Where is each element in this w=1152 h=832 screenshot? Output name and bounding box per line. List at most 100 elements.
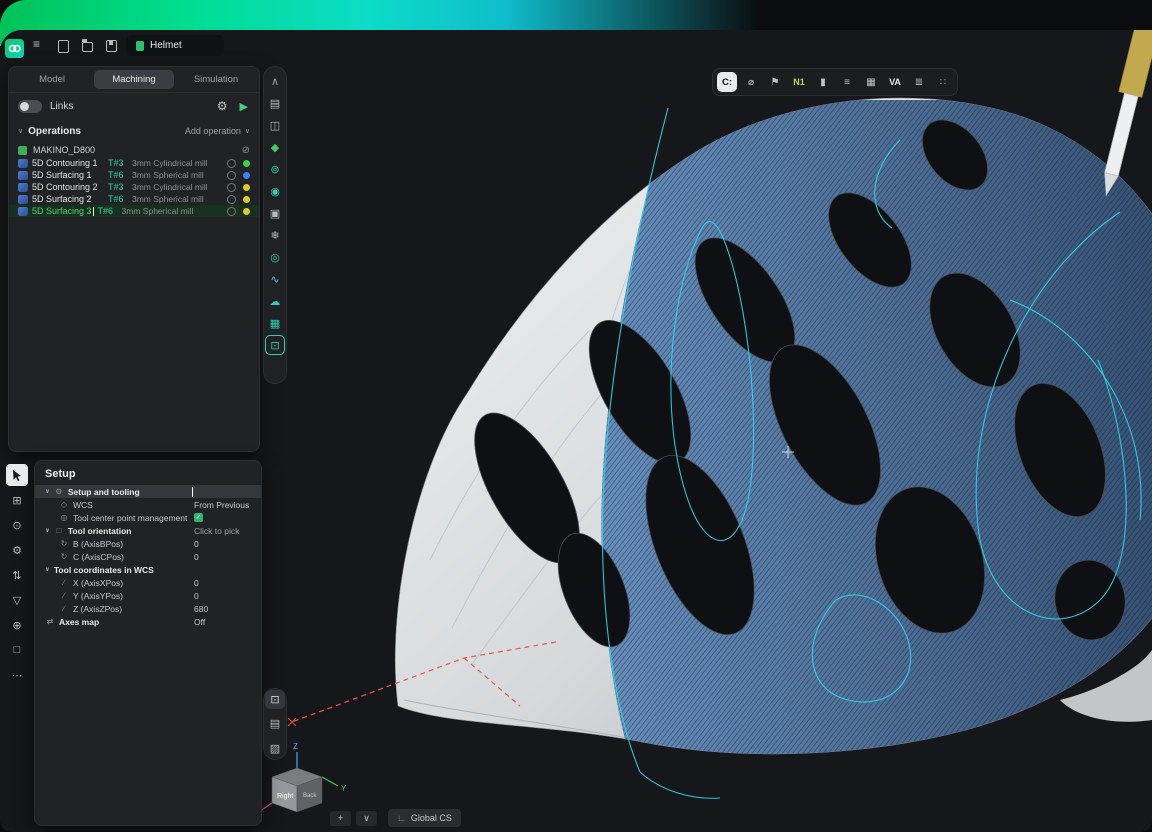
setup-title: Setup xyxy=(35,461,261,485)
snap-icon[interactable]: ⊙ xyxy=(6,514,28,536)
filter-funnel-icon[interactable]: ▽ xyxy=(6,589,28,611)
checkbox-checked[interactable]: ✓ xyxy=(194,513,203,522)
links-toggle[interactable] xyxy=(18,100,42,113)
setup-section-row[interactable]: ∨ ⚙ Setup and tooling xyxy=(35,485,261,498)
toolpath-visibility-toggle[interactable] xyxy=(227,183,236,192)
add-operation-chevron-icon[interactable]: ∨ xyxy=(245,127,250,135)
holder-icon[interactable]: ⊚ xyxy=(265,159,285,179)
status-dot[interactable] xyxy=(243,172,250,179)
setup-row-value[interactable]: From Previous xyxy=(194,500,249,510)
add-cs-button[interactable]: + xyxy=(330,811,351,826)
flag-icon[interactable]: ⚑ xyxy=(765,72,785,92)
document-tab[interactable]: Helmet xyxy=(126,35,224,56)
setup-row[interactable]: ∕ Z (AxisZPos) 680 xyxy=(35,602,261,615)
toolpath-curve-icon[interactable]: ∿ xyxy=(265,269,285,289)
settings-gear-icon[interactable]: ⚙ xyxy=(6,539,28,561)
setup-row-value[interactable]: Off xyxy=(194,617,205,627)
cs-dropdown-chevron[interactable]: ∨ xyxy=(356,811,377,826)
box-select-icon[interactable]: ⊞ xyxy=(6,489,28,511)
play-icon[interactable]: ▶ xyxy=(240,100,248,113)
setup-row-value[interactable]: 0 xyxy=(194,591,199,601)
operation-row[interactable]: 5D Surfacing 2 T#6 3mm Spherical mill xyxy=(9,193,259,205)
tool-icon[interactable]: ◆ xyxy=(265,137,285,157)
document-icon xyxy=(136,41,144,51)
spindle-icon[interactable]: ◫ xyxy=(265,115,285,135)
select-tool-icon[interactable] xyxy=(6,464,28,486)
gear-icon[interactable]: ⚙ xyxy=(217,99,228,113)
array-icon[interactable]: ∷ xyxy=(933,72,953,92)
chevron-down-icon[interactable]: ∨ xyxy=(18,127,23,135)
transform-icon[interactable]: ⇅ xyxy=(6,564,28,586)
chevron-down-icon[interactable]: ∨ xyxy=(45,488,50,495)
viewcube-face-back[interactable]: Back xyxy=(303,793,317,799)
new-file-icon[interactable] xyxy=(58,40,69,53)
setup-row[interactable]: ◎ Tool center point management ✓ xyxy=(35,511,261,524)
status-dot[interactable] xyxy=(243,196,250,203)
setup-row-value[interactable]: 0 xyxy=(194,552,199,562)
global-cs-button[interactable]: ∟ Global CS xyxy=(388,809,461,827)
chevron-down-icon[interactable]: ∨ xyxy=(45,566,50,573)
mesh-cloud-icon[interactable]: ☁ xyxy=(265,291,285,311)
fit-view-icon[interactable]: ⊡ xyxy=(265,690,285,709)
tab-model[interactable]: Model xyxy=(12,70,92,89)
operation-tool-number: T#3 xyxy=(108,182,132,192)
open-file-icon[interactable] xyxy=(82,42,93,52)
tab-simulation[interactable]: Simulation xyxy=(176,70,256,89)
setup-row-value[interactable]: 0 xyxy=(194,539,199,549)
app-logo-icon[interactable] xyxy=(5,39,24,58)
operation-row[interactable]: 5D Contouring 2 T#3 3mm Cylindrical mill xyxy=(9,181,259,193)
operation-row[interactable]: 5D Surfacing 1 T#6 3mm Spherical mill xyxy=(9,169,259,181)
setup-row[interactable]: ⇄ Axes map Off xyxy=(35,615,261,628)
bounding-frame-icon[interactable]: ⊡ xyxy=(265,335,285,355)
chevron-down-icon[interactable]: ∨ xyxy=(45,527,50,534)
add-operation-button[interactable]: Add operation xyxy=(185,126,241,136)
setup-row[interactable]: ∕ X (AxisXPos) 0 xyxy=(35,576,261,589)
web-globe-icon[interactable]: ⊕ xyxy=(6,614,28,636)
setup-row-value[interactable]: Click to pick xyxy=(194,526,239,536)
disable-icon[interactable]: ⊘ xyxy=(242,145,250,156)
output-icon[interactable]: ≣ xyxy=(909,72,929,92)
more-ellipsis-icon[interactable]: ⋯ xyxy=(6,664,28,686)
setup-row-value[interactable]: 680 xyxy=(194,604,208,614)
nc-program-button[interactable]: N1 xyxy=(789,72,809,92)
toolpath-visibility-toggle[interactable] xyxy=(227,159,236,168)
appearance-icon[interactable]: ▨ xyxy=(265,739,285,758)
left-tool-strip: ⊞ ⊙ ⚙ ⇅ ▽ ⊕ □ ⋯ xyxy=(3,464,31,686)
cooling-icon[interactable]: ❄ xyxy=(265,225,285,245)
tab-machining[interactable]: Machining xyxy=(94,70,174,89)
stock-icon[interactable]: ▣ xyxy=(265,203,285,223)
probe-icon[interactable]: ◉ xyxy=(265,181,285,201)
stop-square-icon[interactable]: □ xyxy=(6,639,28,661)
setup-section-row[interactable]: ∨ □ Tool orientation Click to pick xyxy=(35,524,261,537)
section-view-icon[interactable]: ▤ xyxy=(265,714,285,733)
toolpath-visibility-toggle[interactable] xyxy=(227,195,236,204)
operation-row[interactable]: 5D Contouring 1 T#3 3mm Cylindrical mill xyxy=(9,157,259,169)
setup-row-value[interactable]: 0 xyxy=(194,578,199,588)
coolant-icon[interactable]: ⌀ xyxy=(741,72,761,92)
c-axis-mode-button[interactable]: C: xyxy=(717,72,737,92)
variables-button[interactable]: VA xyxy=(885,72,905,92)
setup-section-row[interactable]: ∨ Tool coordinates in WCS xyxy=(35,563,261,576)
status-dot[interactable] xyxy=(243,184,250,191)
save-file-icon[interactable] xyxy=(106,40,117,52)
setup-row[interactable]: ↻ C (AxisCPos) 0 xyxy=(35,550,261,563)
toolpath-points-icon[interactable]: ◎ xyxy=(265,247,285,267)
collapse-icon[interactable]: ∧ xyxy=(265,71,285,91)
operation-row-selected[interactable]: 5D Surfacing 3 T#6 3mm Spherical mill xyxy=(9,205,259,217)
menu-icon[interactable]: ≡ xyxy=(33,37,40,51)
setup-row[interactable]: ↻ B (AxisBPos) 0 xyxy=(35,537,261,550)
toolpath-visibility-toggle[interactable] xyxy=(227,171,236,180)
operation-list-icon[interactable]: ≡ xyxy=(837,72,857,92)
view-toolbar: ∧ ▤ ◫ ◆ ⊚ ◉ ▣ ❄ ◎ ∿ ☁ ▦ ⊡ xyxy=(263,66,287,384)
grid-view-icon[interactable]: ▦ xyxy=(861,72,881,92)
stock-view-icon[interactable]: ▮ xyxy=(813,72,833,92)
machine-row[interactable]: MAKINO_D800 ⊘ xyxy=(9,143,259,157)
setup-row[interactable]: ◇ WCS From Previous xyxy=(35,498,261,511)
setup-row[interactable]: ∕ Y (AxisYPos) 0 xyxy=(35,589,261,602)
machine-icon[interactable]: ▤ xyxy=(265,93,285,113)
status-dot[interactable] xyxy=(243,208,250,215)
toolpath-visibility-toggle[interactable] xyxy=(227,207,236,216)
status-dot[interactable] xyxy=(243,160,250,167)
mesh-grid-icon[interactable]: ▦ xyxy=(265,313,285,333)
viewcube-face-right[interactable]: Right xyxy=(277,793,293,800)
